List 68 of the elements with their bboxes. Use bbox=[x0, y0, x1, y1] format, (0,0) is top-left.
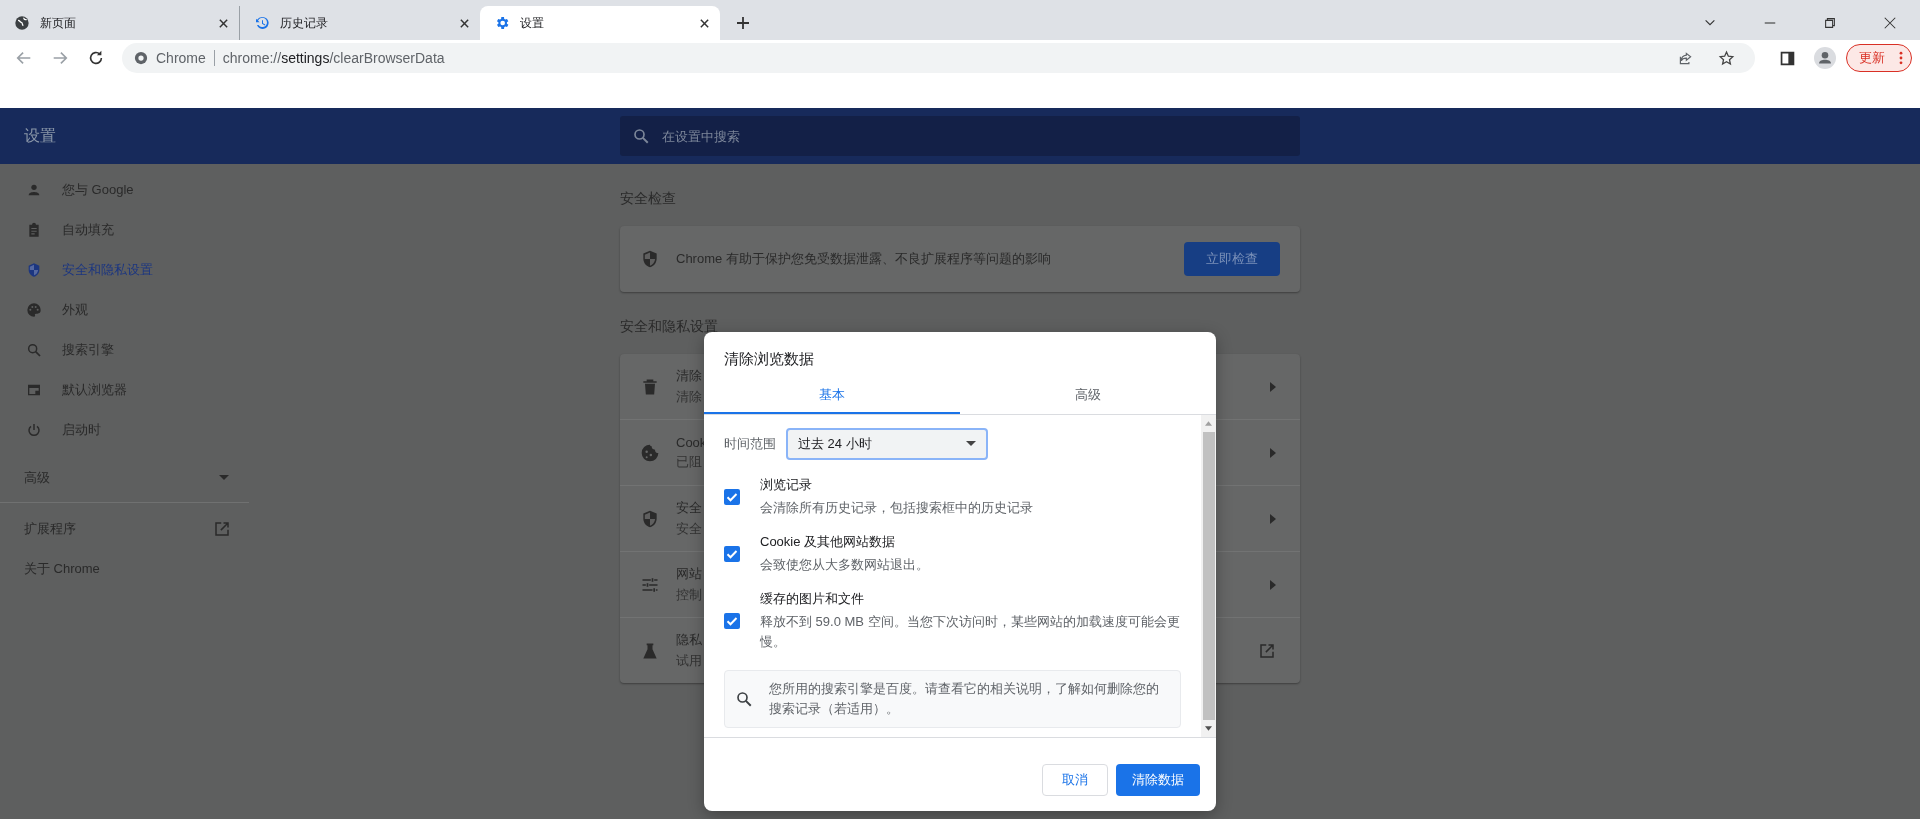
option-description: 会清除所有历史记录，包括搜索框中的历史记录 bbox=[760, 499, 1033, 517]
power-icon bbox=[26, 422, 42, 438]
side-panel-icon[interactable] bbox=[1779, 49, 1796, 67]
dialog-tab[interactable]: 高级 bbox=[960, 378, 1216, 414]
shield-icon bbox=[640, 508, 660, 529]
restore-icon[interactable] bbox=[1823, 16, 1837, 30]
search-icon bbox=[735, 690, 753, 708]
forward-icon[interactable] bbox=[51, 49, 69, 67]
arrow-icon[interactable] bbox=[1270, 513, 1276, 524]
person-icon bbox=[26, 182, 42, 198]
time-range-label: 时间范围 bbox=[724, 435, 776, 453]
cookie-icon bbox=[640, 442, 660, 463]
star-icon[interactable] bbox=[1718, 49, 1735, 67]
arrow-icon[interactable] bbox=[1270, 579, 1276, 590]
dialog-title: 清除浏览数据 bbox=[723, 349, 815, 369]
row-title: 安全 bbox=[676, 499, 702, 517]
globe-icon bbox=[14, 15, 30, 31]
avatar-icon[interactable] bbox=[1814, 47, 1836, 69]
notice-text: 您所用的搜索引擎是百度。请查看它的相关说明，了解如何删除您的搜索记录（若适用）。 bbox=[769, 680, 1160, 718]
cancel-button[interactable]: 取消 bbox=[1042, 763, 1108, 796]
history-icon bbox=[254, 15, 270, 31]
browser-icon bbox=[26, 382, 42, 398]
clear-data-button[interactable]: 清除数据 bbox=[1116, 763, 1200, 796]
checkbox[interactable] bbox=[724, 545, 740, 562]
search-icon bbox=[26, 342, 42, 358]
option-title: 缓存的图片和文件 bbox=[760, 590, 864, 608]
update-button[interactable]: 更新 bbox=[1846, 44, 1912, 72]
checkbox[interactable] bbox=[724, 488, 740, 505]
address-bar[interactable]: Chrome chrome://settings/clearBrowserData bbox=[122, 43, 1755, 73]
check-now-button[interactable]: 立即检查 bbox=[1184, 242, 1280, 276]
scroll-down-icon[interactable] bbox=[1205, 726, 1212, 731]
close-icon[interactable] bbox=[1883, 16, 1897, 30]
external-link-icon[interactable] bbox=[1258, 641, 1276, 660]
external-link-icon[interactable] bbox=[213, 520, 231, 538]
safety-check-text: Chrome 有助于保护您免受数据泄露、不良扩展程序等问题的影响 bbox=[676, 250, 1052, 268]
option-description: 释放不到 59.0 MB 空间。当您下次访问时，某些网站的加载速度可能会更慢。 bbox=[760, 613, 1181, 651]
close-icon[interactable] bbox=[459, 17, 470, 29]
option-title: 浏览记录 bbox=[760, 476, 812, 494]
browser-tab[interactable]: 设置 bbox=[480, 6, 720, 40]
shield-icon bbox=[640, 249, 660, 269]
dialog-tab[interactable]: 基本 bbox=[704, 378, 960, 414]
palette-icon bbox=[26, 302, 42, 318]
settings-icon bbox=[494, 15, 510, 31]
more-icon[interactable] bbox=[1899, 51, 1903, 65]
row-title: 网站 bbox=[676, 565, 702, 583]
search-icon bbox=[632, 127, 650, 145]
site-icon bbox=[134, 51, 148, 65]
new-tab-icon[interactable] bbox=[736, 16, 750, 30]
reload-icon[interactable] bbox=[87, 49, 105, 67]
caret-icon bbox=[219, 475, 229, 481]
clipboard-icon bbox=[26, 222, 42, 238]
page-title: 设置 bbox=[23, 125, 57, 146]
search-field[interactable]: 在设置中搜索 bbox=[620, 116, 1300, 156]
arrow-icon[interactable] bbox=[1270, 381, 1276, 392]
checkbox[interactable] bbox=[724, 612, 740, 629]
scrollbar[interactable] bbox=[1201, 415, 1216, 737]
arrow-icon[interactable] bbox=[1270, 447, 1276, 458]
close-icon[interactable] bbox=[699, 17, 710, 29]
close-icon[interactable] bbox=[218, 17, 229, 29]
option-title: Cookie 及其他网站数据 bbox=[760, 533, 896, 551]
back-icon[interactable] bbox=[15, 49, 33, 67]
sidebar-item[interactable]: 安全和隐私设置 bbox=[0, 250, 255, 290]
option-description: 会致使您从大多数网站退出。 bbox=[760, 556, 929, 574]
shield-icon bbox=[26, 262, 42, 278]
scroll-up-icon[interactable] bbox=[1205, 421, 1212, 426]
caret-icon bbox=[966, 441, 976, 447]
browser-tab[interactable]: 历史记录 bbox=[240, 6, 480, 40]
time-range-dropdown[interactable]: 过去 24 小时 bbox=[786, 428, 988, 460]
